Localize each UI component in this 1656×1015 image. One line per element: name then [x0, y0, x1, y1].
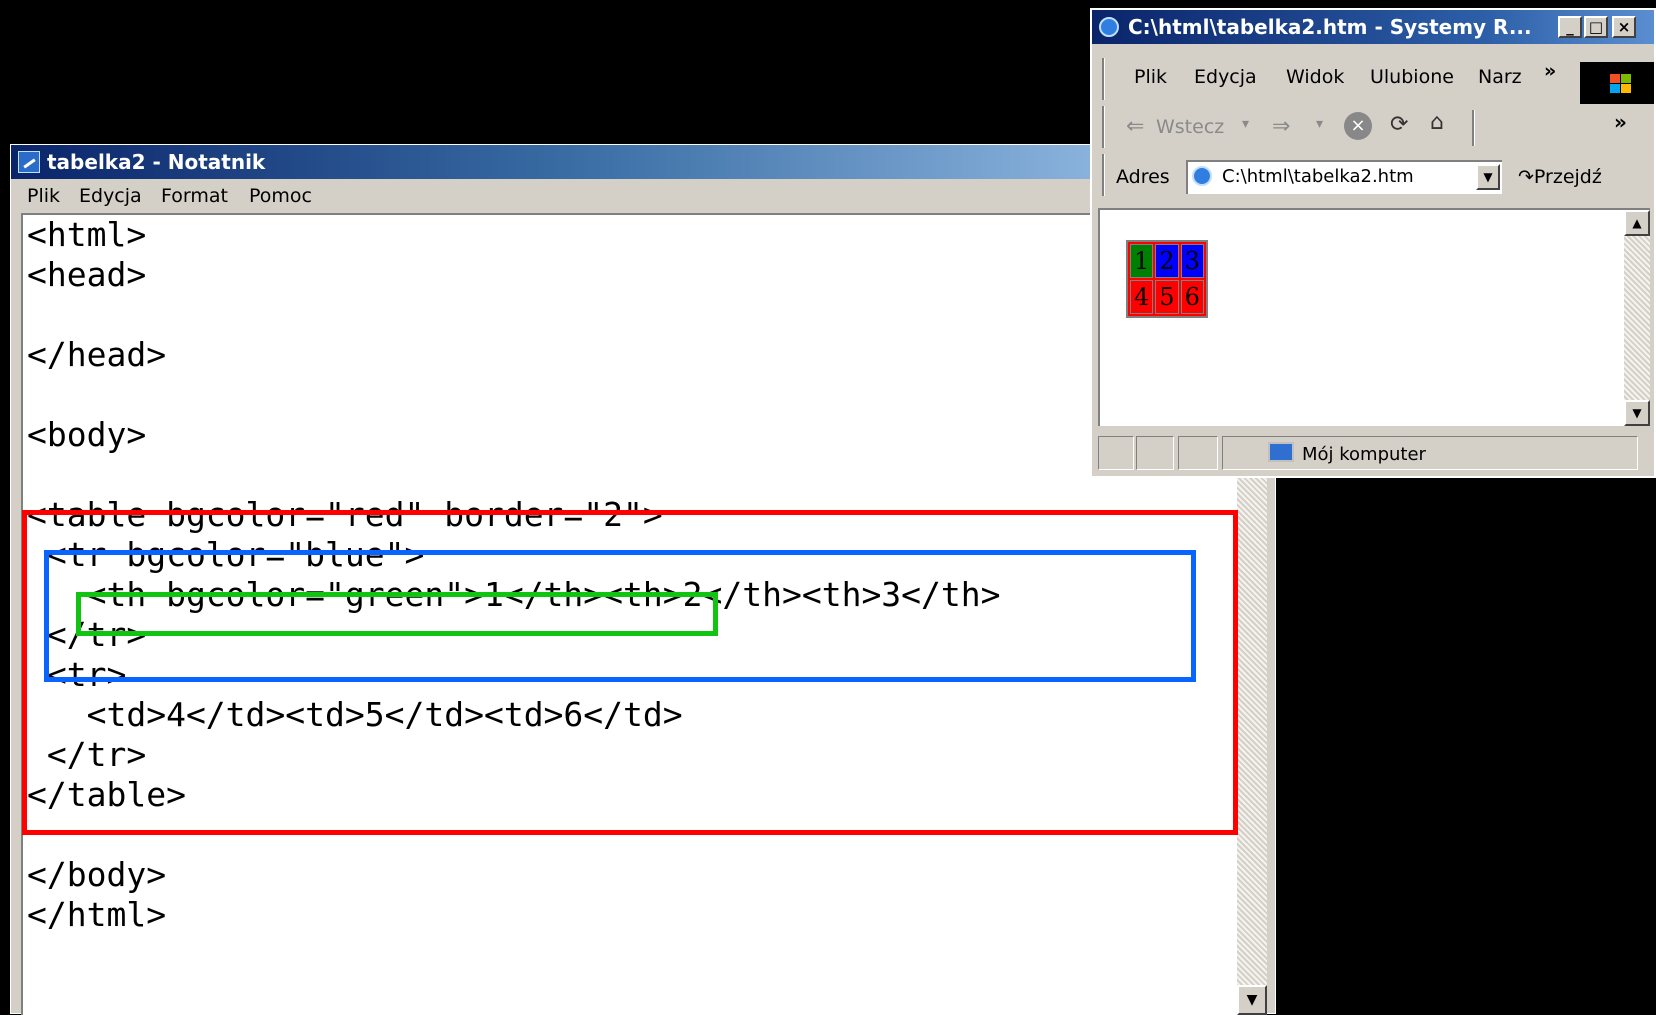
computer-icon — [1268, 442, 1294, 462]
minimize-button[interactable]: _ — [1558, 16, 1582, 38]
browser-content[interactable]: 1 2 3 4 5 6 ▲ ▼ — [1098, 208, 1650, 426]
stop-icon[interactable]: × — [1344, 112, 1372, 140]
table-cell: 5 — [1155, 280, 1179, 314]
browser-title: C:\html\tabelka2.htm - Systemy R... — [1128, 15, 1532, 39]
address-input[interactable]: C:\html\tabelka2.htm ▼ — [1186, 160, 1502, 194]
scroll-up-button[interactable]: ▲ — [1624, 210, 1650, 236]
rendered-table: 1 2 3 4 5 6 — [1126, 240, 1208, 318]
menu-edycja[interactable]: Edycja — [79, 185, 142, 207]
go-label: Przejdź — [1533, 166, 1602, 188]
notepad-title: tabelka2 - Notatnik — [47, 150, 266, 174]
scroll-down-button[interactable]: ▼ — [1624, 400, 1650, 426]
refresh-icon[interactable]: ⟳ — [1390, 112, 1408, 137]
menu-chevron-icon[interactable]: » — [1544, 60, 1556, 82]
menu-format[interactable]: Format — [161, 185, 228, 207]
ie-icon — [1099, 17, 1119, 37]
table-row: 1 2 3 — [1130, 244, 1204, 278]
maximize-button[interactable]: □ — [1584, 16, 1608, 38]
back-dropdown-icon[interactable]: ▾ — [1242, 116, 1249, 132]
address-value: C:\html\tabelka2.htm — [1222, 166, 1414, 187]
back-button[interactable]: Wstecz — [1156, 116, 1224, 138]
browser-window: C:\html\tabelka2.htm - Systemy R... _ □ … — [1090, 8, 1656, 478]
ie-menu-edycja[interactable]: Edycja — [1194, 66, 1257, 88]
menu-pomoc[interactable]: Pomoc — [249, 185, 312, 207]
back-arrow-icon[interactable]: ⇐ — [1126, 114, 1144, 139]
table-row: 4 5 6 — [1130, 280, 1204, 314]
windows-logo — [1580, 62, 1654, 104]
ie-menu-ulubione[interactable]: Ulubione — [1370, 66, 1454, 88]
browser-vertical-scrollbar[interactable]: ▲ ▼ — [1624, 210, 1650, 426]
go-button[interactable]: ↷Przejdź — [1518, 166, 1602, 188]
table-cell: 3 — [1180, 244, 1204, 278]
notepad-menubar: Plik Edycja Format Pomoc — [11, 181, 1275, 211]
cell-highlight-box — [76, 592, 718, 636]
browser-title-bar[interactable]: C:\html\tabelka2.htm - Systemy R... _ □ … — [1092, 10, 1654, 44]
address-label: Adres — [1116, 166, 1170, 188]
scroll-down-button[interactable]: ▼ — [1237, 985, 1267, 1015]
status-bar: Mój komputer — [1092, 430, 1654, 476]
address-dropdown-icon[interactable]: ▼ — [1476, 164, 1500, 190]
close-button[interactable]: × — [1612, 16, 1636, 38]
toolbar-chevron-icon[interactable]: » — [1614, 110, 1627, 134]
notepad-title-bar[interactable]: tabelka2 - Notatnik — [11, 145, 1275, 179]
status-zone-text: Mój komputer — [1302, 444, 1426, 465]
notepad-icon — [18, 151, 40, 173]
home-icon[interactable]: ⌂ — [1430, 110, 1444, 135]
table-cell: 2 — [1155, 244, 1179, 278]
page-icon — [1192, 166, 1212, 186]
menu-plik[interactable]: Plik — [27, 185, 60, 207]
forward-arrow-icon[interactable]: ⇒ — [1272, 114, 1290, 139]
go-arrow-icon: ↷ — [1518, 166, 1534, 188]
table-cell: 4 — [1130, 280, 1154, 314]
ie-menu-plik[interactable]: Plik — [1134, 66, 1167, 88]
table-cell: 1 — [1130, 244, 1154, 278]
ie-menu-narz[interactable]: Narz — [1478, 66, 1522, 88]
ie-menu-widok[interactable]: Widok — [1286, 66, 1344, 88]
table-cell: 6 — [1180, 280, 1204, 314]
forward-dropdown-icon[interactable]: ▾ — [1316, 116, 1323, 132]
